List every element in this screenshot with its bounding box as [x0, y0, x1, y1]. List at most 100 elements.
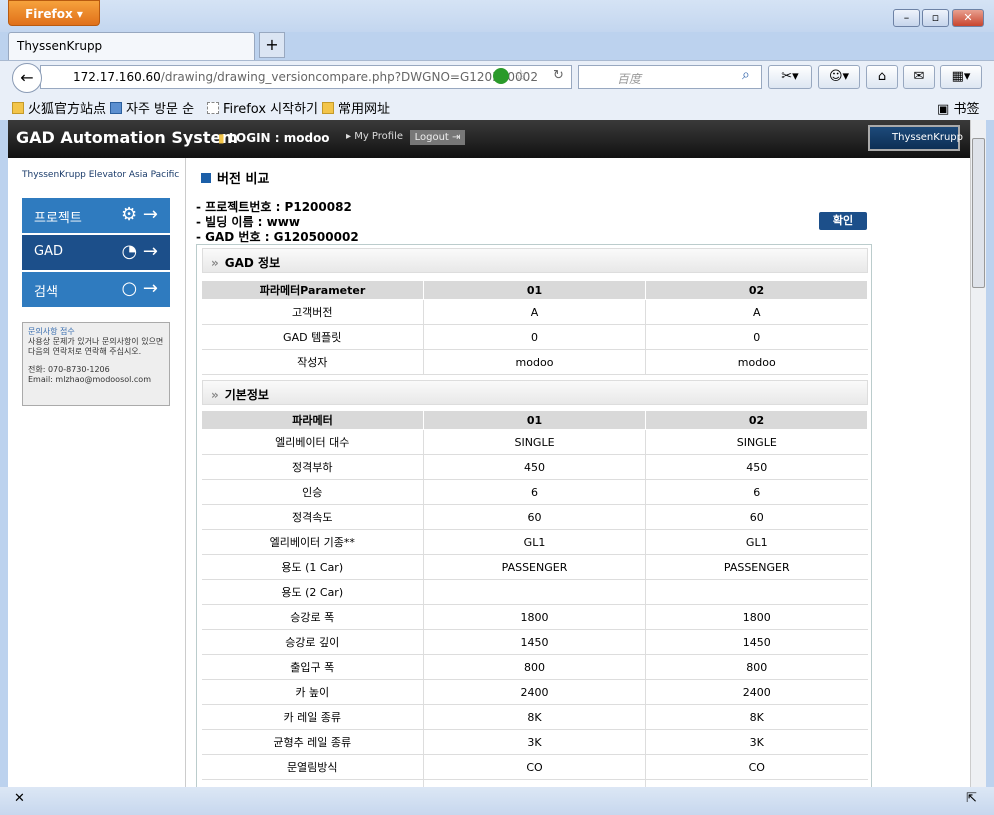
bookmark-item[interactable]: 常用网址 [322, 98, 390, 117]
login-text: LOGIN : modoo [228, 131, 330, 145]
sidebar: ThyssenKrupp Elevator Asia Pacific 프로젝트 ⚙… [8, 158, 186, 787]
reload-icon[interactable]: ↻ [553, 68, 564, 83]
table-cell: 8K [423, 704, 646, 730]
go-icon[interactable] [493, 68, 509, 84]
status-bar: ✕ ⇱ [0, 787, 994, 815]
basic-info-table: 파라메터 01 02 엘리베이터 대수 SINGLE SINGLE 정격부하 450 450 인승… [201, 410, 868, 787]
table-cell: 2400 [423, 679, 646, 705]
search-placeholder: 百度 [617, 72, 642, 86]
key-icon: ▮ [218, 131, 225, 145]
table-row: 엘리베이터 대수 SINGLE SINGLE [201, 429, 868, 455]
back-button[interactable]: ← [12, 63, 42, 93]
logout-button[interactable]: Logout ⇥ [410, 130, 465, 145]
screenshot-tool-button[interactable]: ✂▾ [768, 65, 812, 89]
home-button[interactable]: ⌂ [866, 65, 898, 89]
new-tab-button[interactable]: + [259, 32, 285, 58]
scrollbar-thumb[interactable] [972, 138, 985, 288]
table-cell: 1450 [423, 629, 646, 655]
tab-thyssenkrupp[interactable]: ThyssenKrupp [8, 32, 255, 60]
table-cell [645, 779, 868, 787]
table-cell: 문열림방식 [201, 754, 424, 780]
brand-label: ThyssenKrupp [892, 132, 963, 143]
close-addon-bar-icon[interactable]: ✕ [14, 791, 25, 806]
url-host: 172.17.160.60 [73, 70, 161, 84]
sidebar-item-search[interactable]: 검색 ○ → [22, 272, 170, 308]
arrow-right-icon: ◔ → [121, 241, 158, 262]
double-chevron-icon: » [211, 388, 219, 402]
table-cell: SINGLE [423, 429, 646, 455]
folder-icon [322, 102, 334, 114]
confirm-button[interactable]: 확인 [819, 212, 867, 230]
close-button[interactable]: ✕ [952, 9, 984, 27]
bookmark-label: 火狐官方站点 [28, 102, 107, 117]
table-cell: 2400 [645, 679, 868, 705]
page-title-text: 버전 비교 [217, 172, 270, 187]
column-header: 파라메터 [201, 410, 424, 430]
column-header: 01 [423, 410, 646, 430]
bookmark-label: 常用网址 [338, 102, 391, 117]
bookmark-item[interactable]: 자주 방문 순 [110, 98, 194, 117]
bookmark-item[interactable]: Firefox 시작하기 [207, 98, 318, 117]
section-header-basic: » 기본정보 [202, 380, 868, 405]
mail-button[interactable]: ✉ [903, 65, 935, 89]
table-cell [201, 779, 424, 787]
table-cell: 정격속도 [201, 504, 424, 530]
maximize-button[interactable]: ▫ [922, 9, 949, 27]
table-cell: 승강로 폭 [201, 604, 424, 630]
bookmark-label: Firefox 시작하기 [223, 102, 318, 117]
firefox-menu-button[interactable]: Firefox ▾ [8, 0, 100, 26]
table-cell: 3K [645, 729, 868, 755]
table-cell: 1450 [645, 629, 868, 655]
search-icon[interactable]: ⌕ [742, 67, 750, 83]
table-cell: 6 [645, 479, 868, 505]
thyssenkrupp-logo: ThyssenKrupp [868, 125, 963, 151]
page-icon [207, 102, 219, 114]
contact-email: Email: mlzhao@modoosol.com [28, 375, 151, 384]
table-cell: CO [645, 754, 868, 780]
table-cell: 3K [423, 729, 646, 755]
minimize-button[interactable]: – [893, 9, 920, 27]
folder-icon [12, 102, 24, 114]
table-cell: 용도 (2 Car) [201, 579, 424, 605]
bookmark-label: 자주 방문 순 [126, 102, 195, 117]
table-cell: 정격부하 [201, 454, 424, 480]
search-input[interactable]: 百度 [578, 65, 762, 89]
table-cell: 카 레일 종류 [201, 704, 424, 730]
sidebar-item-label: 프로젝트 [34, 211, 82, 226]
apps-button[interactable]: ▦▾ [940, 65, 982, 89]
logout-label: Logout [414, 132, 449, 143]
table-cell: 출입구 폭 [201, 654, 424, 680]
table-cell: SINGLE [645, 429, 868, 455]
table-header-row: 파라메터 01 02 [201, 410, 868, 430]
sidebar-item-label: GAD [34, 244, 63, 259]
section-header-gad: » GAD 정보 [202, 248, 868, 273]
addon-button[interactable]: ☺▾ [818, 65, 860, 89]
gad-number: - GAD 번호 : G120500002 [196, 230, 359, 244]
table-cell: PASSENGER [645, 554, 868, 580]
table-row: 승강로 깊이 1450 1450 [201, 629, 868, 655]
my-profile-link[interactable]: ▸ My Profile [346, 131, 403, 142]
table-cell: 1800 [423, 604, 646, 630]
contact-phone: 전화: 070-8730-1206 [28, 365, 110, 374]
sidebar-tagline: ThyssenKrupp Elevator Asia Pacific [22, 170, 180, 180]
table-cell: 800 [645, 654, 868, 680]
gad-info-table: 파라메터Parameter 01 02 고객버전 A A GAD 템플릿 0 0 작성자 modoo… [201, 280, 868, 375]
url-path: /drawing/drawing_versioncompare.php?DWGN… [160, 70, 538, 84]
resize-icon[interactable]: ⇱ [966, 791, 977, 806]
table-row: 용도 (1 Car) PASSENGER PASSENGER [201, 554, 868, 580]
table-cell: 카 높이 [201, 679, 424, 705]
table-row [201, 779, 868, 787]
bookmark-star-icon[interactable]: ☆ [514, 66, 527, 84]
table-cell: 6 [423, 479, 646, 505]
table-row: 용도 (2 Car) [201, 579, 868, 605]
bookmarks-menu-button[interactable]: ▣ 书签 [937, 98, 979, 117]
search-page-icon [110, 102, 122, 114]
sidebar-item-project[interactable]: 프로젝트 ⚙ → [22, 198, 170, 234]
bookmark-item[interactable]: 火狐官方站点 [12, 98, 106, 117]
double-chevron-icon: » [211, 256, 219, 270]
table-cell: 균형추 레일 종류 [201, 729, 424, 755]
sidebar-item-gad[interactable]: GAD ◔ → [22, 235, 170, 271]
sidebar-item-label: 검색 [34, 285, 58, 300]
table-cell: 8K [645, 704, 868, 730]
table-cell: 450 [645, 454, 868, 480]
